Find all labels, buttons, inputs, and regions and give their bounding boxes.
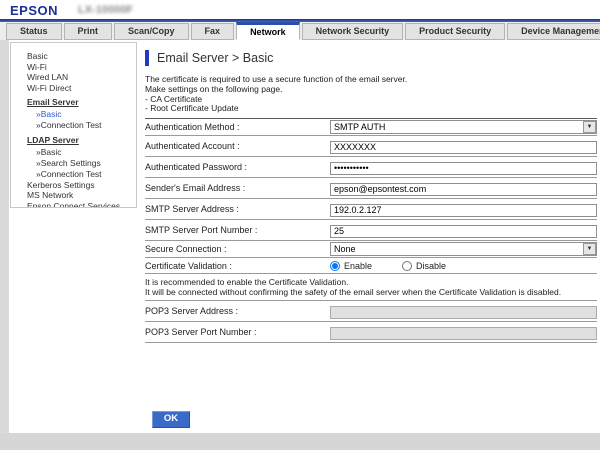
page-title: Email Server > Basic <box>157 51 273 65</box>
sidebar-item-email-server-connection-test[interactable]: »Connection Test <box>11 120 136 131</box>
authenticated-password-label: Authenticated Password : <box>145 162 330 172</box>
pop3-server-port-number-input <box>330 327 597 340</box>
row-pop3-server-port-number: POP3 Server Port Number : <box>145 322 597 343</box>
printer-model-name: LX-10000F <box>78 4 133 16</box>
tab-network-security[interactable]: Network Security <box>302 23 404 40</box>
main-panel: Email Server > Basic The certificate is … <box>145 42 597 343</box>
row-smtp-server-port-number: SMTP Server Port Number : <box>145 220 597 241</box>
page-title-row: Email Server > Basic <box>145 50 597 66</box>
sidebar-item-ldap-connection-test[interactable]: »Connection Test <box>11 169 136 180</box>
disable-radio[interactable] <box>402 261 412 271</box>
sidebar-item-ms-network[interactable]: MS Network <box>11 190 136 201</box>
certificate-validation-enable-option[interactable]: Enable <box>330 261 372 271</box>
sidebar-item-ldap-search-settings[interactable]: »Search Settings <box>11 158 136 169</box>
certificate-validation-disable-option[interactable]: Disable <box>402 261 446 271</box>
enable-radio-label: Enable <box>344 261 372 271</box>
authentication-method-value: SMTP AUTH <box>331 122 583 132</box>
smtp-server-address-input[interactable] <box>330 204 597 217</box>
tab-scan-copy[interactable]: Scan/Copy <box>114 23 189 40</box>
tab-product-security[interactable]: Product Security <box>405 23 505 40</box>
sidebar-item-basic[interactable]: Basic <box>11 51 136 62</box>
enable-radio[interactable] <box>330 261 340 271</box>
sidebar-item-wired-lan[interactable]: Wired LAN <box>11 72 136 83</box>
left-gutter <box>0 40 9 433</box>
row-pop3-server-address: POP3 Server Address : <box>145 301 597 322</box>
row-authenticated-password: Authenticated Password : <box>145 157 597 178</box>
certificate-validation-radio-group: Enable Disable <box>330 261 597 271</box>
header: EPSON LX-10000F <box>0 0 600 19</box>
tab-fax[interactable]: Fax <box>191 23 235 40</box>
bottom-strip <box>0 433 600 450</box>
disable-radio-label: Disable <box>416 261 446 271</box>
sidebar-item-wifi-direct[interactable]: Wi-Fi Direct <box>11 83 136 94</box>
senders-email-address-input[interactable] <box>330 183 597 196</box>
senders-email-address-label: Sender's Email Address : <box>145 183 330 193</box>
secure-connection-label: Secure Connection : <box>145 244 330 254</box>
authenticated-account-input[interactable] <box>330 141 597 154</box>
certificate-validation-label: Certificate Validation : <box>145 261 330 271</box>
tab-network[interactable]: Network <box>236 22 300 40</box>
note-line: It is recommended to enable the Certific… <box>145 277 597 287</box>
epson-logo: EPSON <box>10 3 58 18</box>
sidebar-item-epson-connect-services[interactable]: Epson Connect Services <box>11 201 136 208</box>
row-certificate-validation: Certificate Validation : Enable Disable <box>145 258 597 274</box>
smtp-server-port-number-label: SMTP Server Port Number : <box>145 225 330 235</box>
chevron-down-icon[interactable]: ▼ <box>583 121 596 133</box>
tab-bar: Status Print Scan/Copy Fax Network Netwo… <box>0 22 600 40</box>
tab-print[interactable]: Print <box>64 23 113 40</box>
sidebar-item-ldap-basic[interactable]: »Basic <box>11 147 136 158</box>
sidebar-group-email-server[interactable]: Email Server <box>11 97 136 108</box>
tab-device-management[interactable]: Device Management <box>507 23 600 40</box>
authentication-method-select[interactable]: SMTP AUTH ▼ <box>330 120 597 134</box>
pop3-server-address-label: POP3 Server Address : <box>145 306 330 316</box>
authenticated-account-label: Authenticated Account : <box>145 141 330 151</box>
ok-button[interactable]: OK <box>152 411 190 428</box>
sidebar-item-email-server-basic[interactable]: »Basic <box>11 109 136 120</box>
secure-connection-value: None <box>331 244 583 254</box>
sidebar-nav: Basic Wi-Fi Wired LAN Wi-Fi Direct Email… <box>10 42 137 208</box>
row-smtp-server-address: SMTP Server Address : <box>145 199 597 220</box>
authentication-method-label: Authentication Method : <box>145 122 330 132</box>
row-authenticated-account: Authenticated Account : <box>145 136 597 157</box>
sidebar-item-kerberos-settings[interactable]: Kerberos Settings <box>11 180 136 191</box>
certificate-validation-note: It is recommended to enable the Certific… <box>145 274 597 301</box>
note-line: It will be connected without confirming … <box>145 287 597 297</box>
smtp-server-address-label: SMTP Server Address : <box>145 204 330 214</box>
email-server-form: Authentication Method : SMTP AUTH ▼ Auth… <box>145 118 597 343</box>
pop3-server-port-number-label: POP3 Server Port Number : <box>145 327 330 337</box>
authenticated-password-input[interactable] <box>330 162 597 175</box>
intro-line: Make settings on the following page. <box>145 85 597 95</box>
row-secure-connection: Secure Connection : None ▼ <box>145 241 597 258</box>
intro-text: The certificate is required to use a sec… <box>145 75 597 114</box>
secure-connection-select[interactable]: None ▼ <box>330 242 597 256</box>
title-accent-bar <box>145 50 149 66</box>
sidebar-item-wifi[interactable]: Wi-Fi <box>11 62 136 73</box>
chevron-down-icon[interactable]: ▼ <box>583 243 596 255</box>
tab-status[interactable]: Status <box>6 23 62 40</box>
smtp-server-port-number-input[interactable] <box>330 225 597 238</box>
sidebar-group-ldap-server[interactable]: LDAP Server <box>11 135 136 146</box>
row-authentication-method: Authentication Method : SMTP AUTH ▼ <box>145 119 597 136</box>
intro-line: - Root Certificate Update <box>145 104 597 114</box>
row-senders-email-address: Sender's Email Address : <box>145 178 597 199</box>
pop3-server-address-input <box>330 306 597 319</box>
